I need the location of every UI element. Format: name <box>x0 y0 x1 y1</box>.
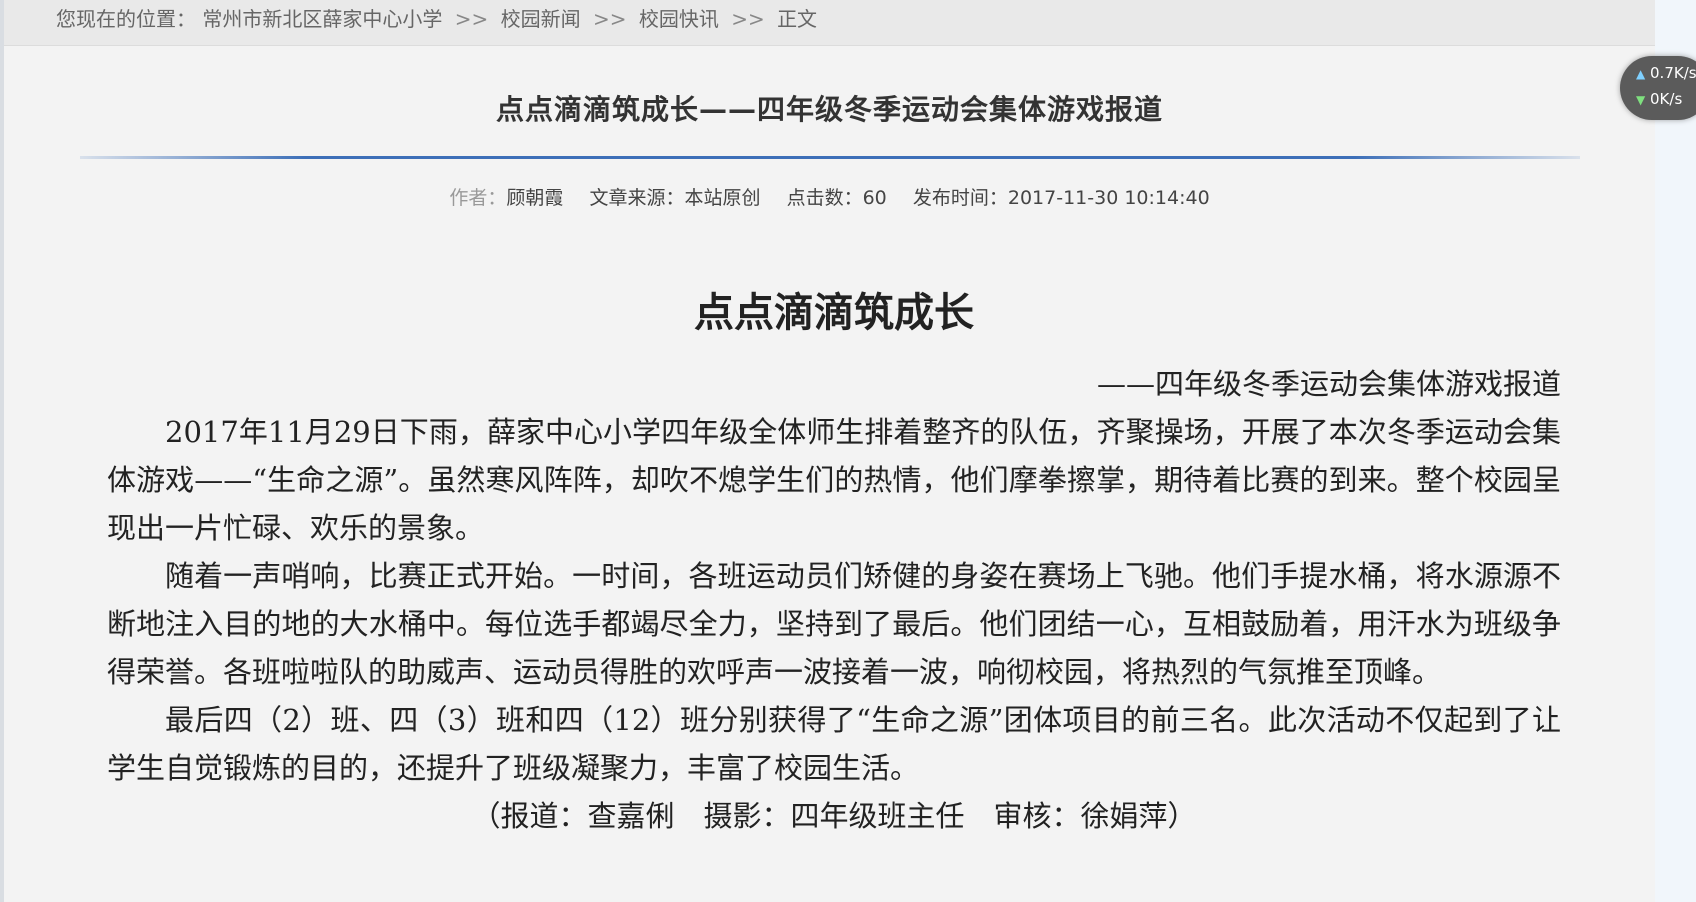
article-content: 点点滴滴筑成长 ——四年级冬季运动会集体游戏报道 2017年11月29日下雨，薛… <box>107 270 1561 840</box>
upload-arrow-icon: ▲ <box>1636 67 1646 81</box>
source-label: 文章来源： <box>589 187 685 209</box>
source-value: 本站原创 <box>684 187 761 209</box>
title-divider <box>80 156 1580 159</box>
paragraph: 2017年11月29日下雨，薛家中心小学四年级全体师生排着整齐的队伍，齐聚操场，… <box>107 415 1561 545</box>
breadcrumb-link-campus-flash[interactable]: 校园快讯 <box>639 7 719 31</box>
content-subheading: ——四年级冬季运动会集体游戏报道 <box>1096 367 1561 401</box>
download-speed: 0K/s <box>1650 90 1683 108</box>
breadcrumb: 您现在的位置： 常州市新北区薛家中心小学 >> 校园新闻 >> 校园快讯 >> … <box>4 0 1655 46</box>
clicks-value: 60 <box>862 187 887 209</box>
published-value: 2017-11-30 10:14:40 <box>1007 187 1210 209</box>
upload-speed: 0.7K/s <box>1650 64 1696 82</box>
breadcrumb-separator: >> <box>454 7 489 31</box>
scrollbar-track[interactable] <box>1655 0 1696 902</box>
paragraph: 最后四（2）班、四（3）班和四（12）班分别获得了“生命之源”团体项目的前三名。… <box>107 703 1561 785</box>
breadcrumb-separator: >> <box>592 7 627 31</box>
network-speed-widget[interactable]: ▲ 0.7K/s ▼ 0K/s <box>1620 56 1696 120</box>
breadcrumb-link-campus-news[interactable]: 校园新闻 <box>501 7 581 31</box>
page-body: 您现在的位置： 常州市新北区薛家中心小学 >> 校园新闻 >> 校园快讯 >> … <box>0 0 1655 902</box>
breadcrumb-current: 正文 <box>777 7 818 31</box>
published-label: 发布时间： <box>912 187 1008 209</box>
author-label: 作者： <box>449 187 507 209</box>
clicks-label: 点击数： <box>786 187 863 209</box>
paragraph: 随着一声哨响，比赛正式开始。一时间，各班运动员们矫健的身姿在赛场上飞驰。他们手提… <box>107 559 1561 689</box>
content-heading: 点点滴滴筑成长 <box>694 290 974 336</box>
breadcrumb-link-school[interactable]: 常州市新北区薛家中心小学 <box>202 7 442 31</box>
article-title: 点点滴滴筑成长——四年级冬季运动会集体游戏报道 <box>495 93 1163 126</box>
article-credit: （报道：查嘉俐 摄影：四年级班主任 审核：徐娟萍） <box>471 799 1197 833</box>
author-value: 顾朝霞 <box>506 187 564 209</box>
download-arrow-icon: ▼ <box>1636 93 1646 107</box>
article-meta: 作者：顾朝霞 文章来源：本站原创 点击数：60 发布时间：2017-11-30 … <box>4 183 1655 210</box>
breadcrumb-separator: >> <box>731 7 765 31</box>
breadcrumb-prefix: 您现在的位置： <box>56 7 196 31</box>
